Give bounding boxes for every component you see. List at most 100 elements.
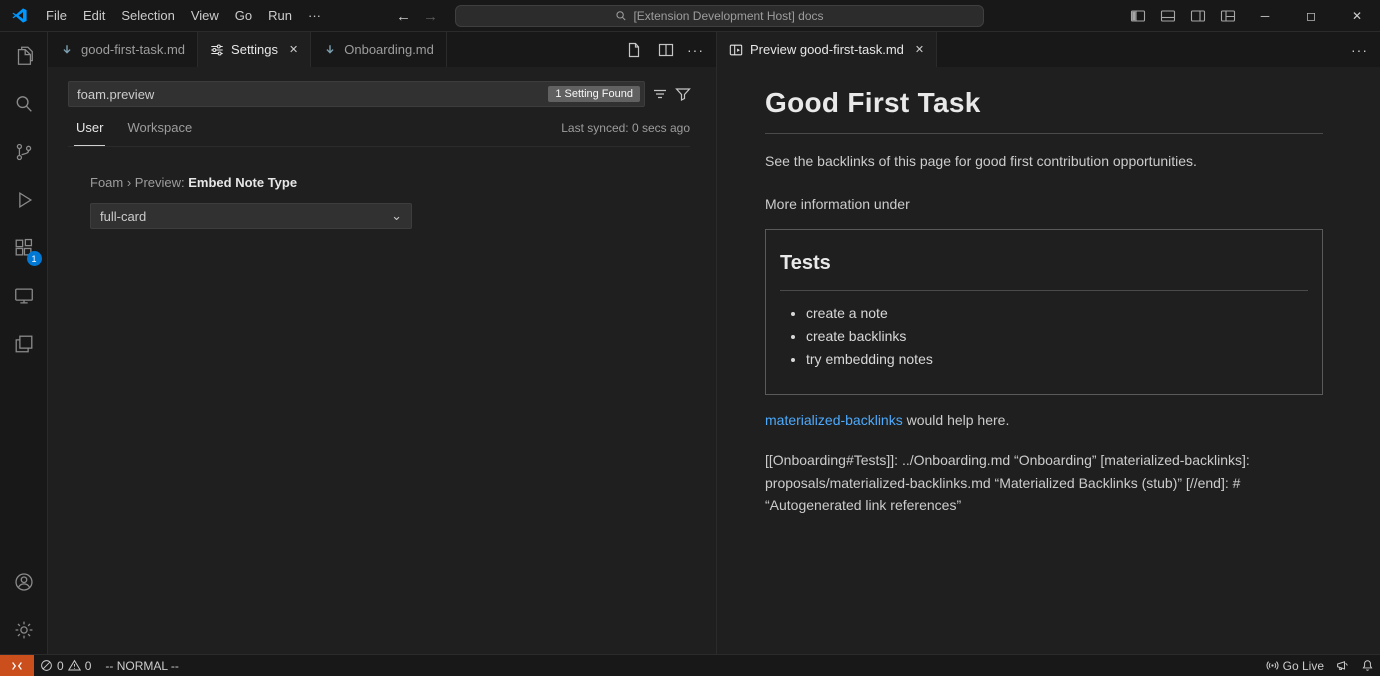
editor-group-left: good-first-task.md Settings ✕ Onboardi: [48, 32, 717, 654]
menu-file[interactable]: File: [38, 5, 75, 27]
back-button[interactable]: ←: [396, 8, 411, 25]
chevron-down-icon: ⌄: [391, 211, 402, 221]
extensions-icon[interactable]: 1: [0, 224, 48, 272]
settings-search-value: foam.preview: [77, 87, 548, 102]
settings-scope-tabs: User Workspace Last synced: 0 secs ago: [68, 109, 690, 147]
error-count: 0: [57, 659, 64, 673]
maximize-button[interactable]: ◻: [1288, 0, 1334, 32]
list-item: create a note: [806, 305, 1308, 321]
go-live-button[interactable]: Go Live: [1260, 655, 1330, 676]
toggle-sidebar-icon[interactable]: [1126, 4, 1150, 28]
menubar: File Edit Selection View Go Run ···: [38, 5, 329, 27]
setting-item-embed-note-type: Foam › Preview: Embed Note Type full-car…: [90, 175, 690, 229]
remote-indicator[interactable]: [0, 655, 34, 676]
settings-editor: foam.preview 1 Setting Found User Worksp…: [48, 67, 716, 654]
close-button[interactable]: ✕: [1334, 0, 1380, 32]
layout-controls: [1126, 0, 1240, 32]
settings-gear-icon[interactable]: [0, 606, 48, 654]
forward-button[interactable]: →: [423, 8, 438, 25]
open-settings-json-icon[interactable]: [623, 39, 645, 61]
scope-tab-user[interactable]: User: [74, 109, 105, 146]
preview-more-info-paragraph: More information under: [765, 196, 1323, 212]
accounts-icon[interactable]: [0, 558, 48, 606]
menu-edit[interactable]: Edit: [75, 5, 113, 27]
backlink-paragraph-tail: would help here.: [903, 412, 1010, 428]
left-editor-actions: ···: [623, 32, 716, 67]
tab-good-first-task[interactable]: good-first-task.md: [48, 32, 198, 67]
bell-icon: [1361, 659, 1374, 672]
menu-go[interactable]: Go: [227, 5, 260, 27]
more-actions-icon[interactable]: ···: [687, 42, 704, 58]
last-synced-label: Last synced: 0 secs ago: [561, 121, 690, 135]
list-item: try embedding notes: [806, 351, 1308, 367]
activity-bar: 1: [0, 32, 48, 654]
embedded-note-title: Tests: [780, 252, 1308, 291]
filter-funnel-icon[interactable]: [675, 83, 691, 105]
close-tab-icon[interactable]: ✕: [289, 43, 298, 56]
tab-label: Settings: [231, 42, 278, 57]
broadcast-icon: [1266, 659, 1279, 672]
more-actions-icon[interactable]: ···: [1351, 42, 1368, 58]
source-control-icon[interactable]: [0, 128, 48, 176]
tab-preview-good-first-task[interactable]: Preview good-first-task.md ✕: [717, 32, 937, 67]
error-icon: [40, 659, 53, 672]
command-center-search[interactable]: [Extension Development Host] docs: [455, 5, 984, 27]
right-editor-actions: ···: [1351, 32, 1380, 67]
feedback-icon: [1336, 659, 1349, 672]
link-references-paragraph: [[Onboarding#Tests]]: ../Onboarding.md “…: [765, 449, 1323, 517]
toggle-panel-icon[interactable]: [1156, 4, 1180, 28]
problems-indicator[interactable]: 0 0: [34, 655, 97, 676]
list-item: create backlinks: [806, 328, 1308, 344]
menu-selection[interactable]: Selection: [113, 5, 182, 27]
right-tab-bar: Preview good-first-task.md ✕ ···: [717, 32, 1380, 67]
settings-result-count-badge: 1 Setting Found: [548, 86, 640, 102]
clear-settings-search-icon[interactable]: [652, 83, 668, 105]
setting-title: Foam › Preview: Embed Note Type: [90, 175, 690, 190]
menu-run[interactable]: Run: [260, 5, 300, 27]
embed-note-type-select[interactable]: full-card ⌄: [90, 203, 412, 229]
minimize-button[interactable]: ─: [1242, 0, 1288, 32]
editor-area: good-first-task.md Settings ✕ Onboardi: [48, 32, 1380, 654]
status-bar-right: Go Live: [1260, 655, 1380, 676]
extensions-badge: 1: [27, 251, 42, 266]
tab-label: Onboarding.md: [344, 42, 434, 57]
settings-search-input[interactable]: foam.preview 1 Setting Found: [68, 81, 645, 107]
tab-label: good-first-task.md: [81, 42, 185, 57]
customize-layout-icon[interactable]: [1216, 4, 1240, 28]
remote-explorer-icon[interactable]: [0, 272, 48, 320]
setting-name: Embed Note Type: [188, 175, 297, 190]
explorer-icon[interactable]: [0, 32, 48, 80]
setting-category: Foam › Preview:: [90, 175, 188, 190]
toggle-secondary-sidebar-icon[interactable]: [1186, 4, 1210, 28]
search-view-icon[interactable]: [0, 80, 48, 128]
vscode-window: File Edit Selection View Go Run ··· ← → …: [0, 0, 1380, 676]
notifications-bell[interactable]: [1355, 655, 1380, 676]
history-navigation: ← →: [396, 0, 438, 32]
embedded-note-list: create a note create backlinks try embed…: [780, 305, 1308, 367]
close-tab-icon[interactable]: ✕: [915, 43, 924, 56]
titlebar: File Edit Selection View Go Run ··· ← → …: [0, 0, 1380, 32]
go-live-label: Go Live: [1283, 659, 1324, 673]
warning-icon: [68, 659, 81, 672]
materialized-backlinks-link[interactable]: materialized-backlinks: [765, 412, 903, 428]
status-bar: 0 0 -- NORMAL -- Go Live: [0, 654, 1380, 676]
window-controls: ─ ◻ ✕: [1242, 0, 1380, 32]
scope-tab-workspace[interactable]: Workspace: [125, 109, 194, 146]
backlink-paragraph: materialized-backlinks would help here.: [765, 412, 1323, 428]
menu-more[interactable]: ···: [300, 5, 329, 27]
open-preview-icon: [729, 43, 743, 57]
windows-layers-icon[interactable]: [0, 320, 48, 368]
command-center-text: [Extension Development Host] docs: [633, 9, 823, 23]
vscode-logo-icon: [0, 7, 38, 24]
warning-count: 0: [85, 659, 92, 673]
run-debug-icon[interactable]: [0, 176, 48, 224]
tab-settings[interactable]: Settings ✕: [198, 32, 311, 67]
split-editor-icon[interactable]: [655, 39, 677, 61]
menu-view[interactable]: View: [183, 5, 227, 27]
feedback-button[interactable]: [1330, 655, 1355, 676]
remote-icon: [10, 659, 24, 673]
editor-group-right: Preview good-first-task.md ✕ ··· Good Fi…: [717, 32, 1380, 654]
left-tab-bar: good-first-task.md Settings ✕ Onboardi: [48, 32, 716, 67]
vim-mode-indicator[interactable]: -- NORMAL --: [97, 655, 187, 676]
tab-onboarding[interactable]: Onboarding.md: [311, 32, 447, 67]
